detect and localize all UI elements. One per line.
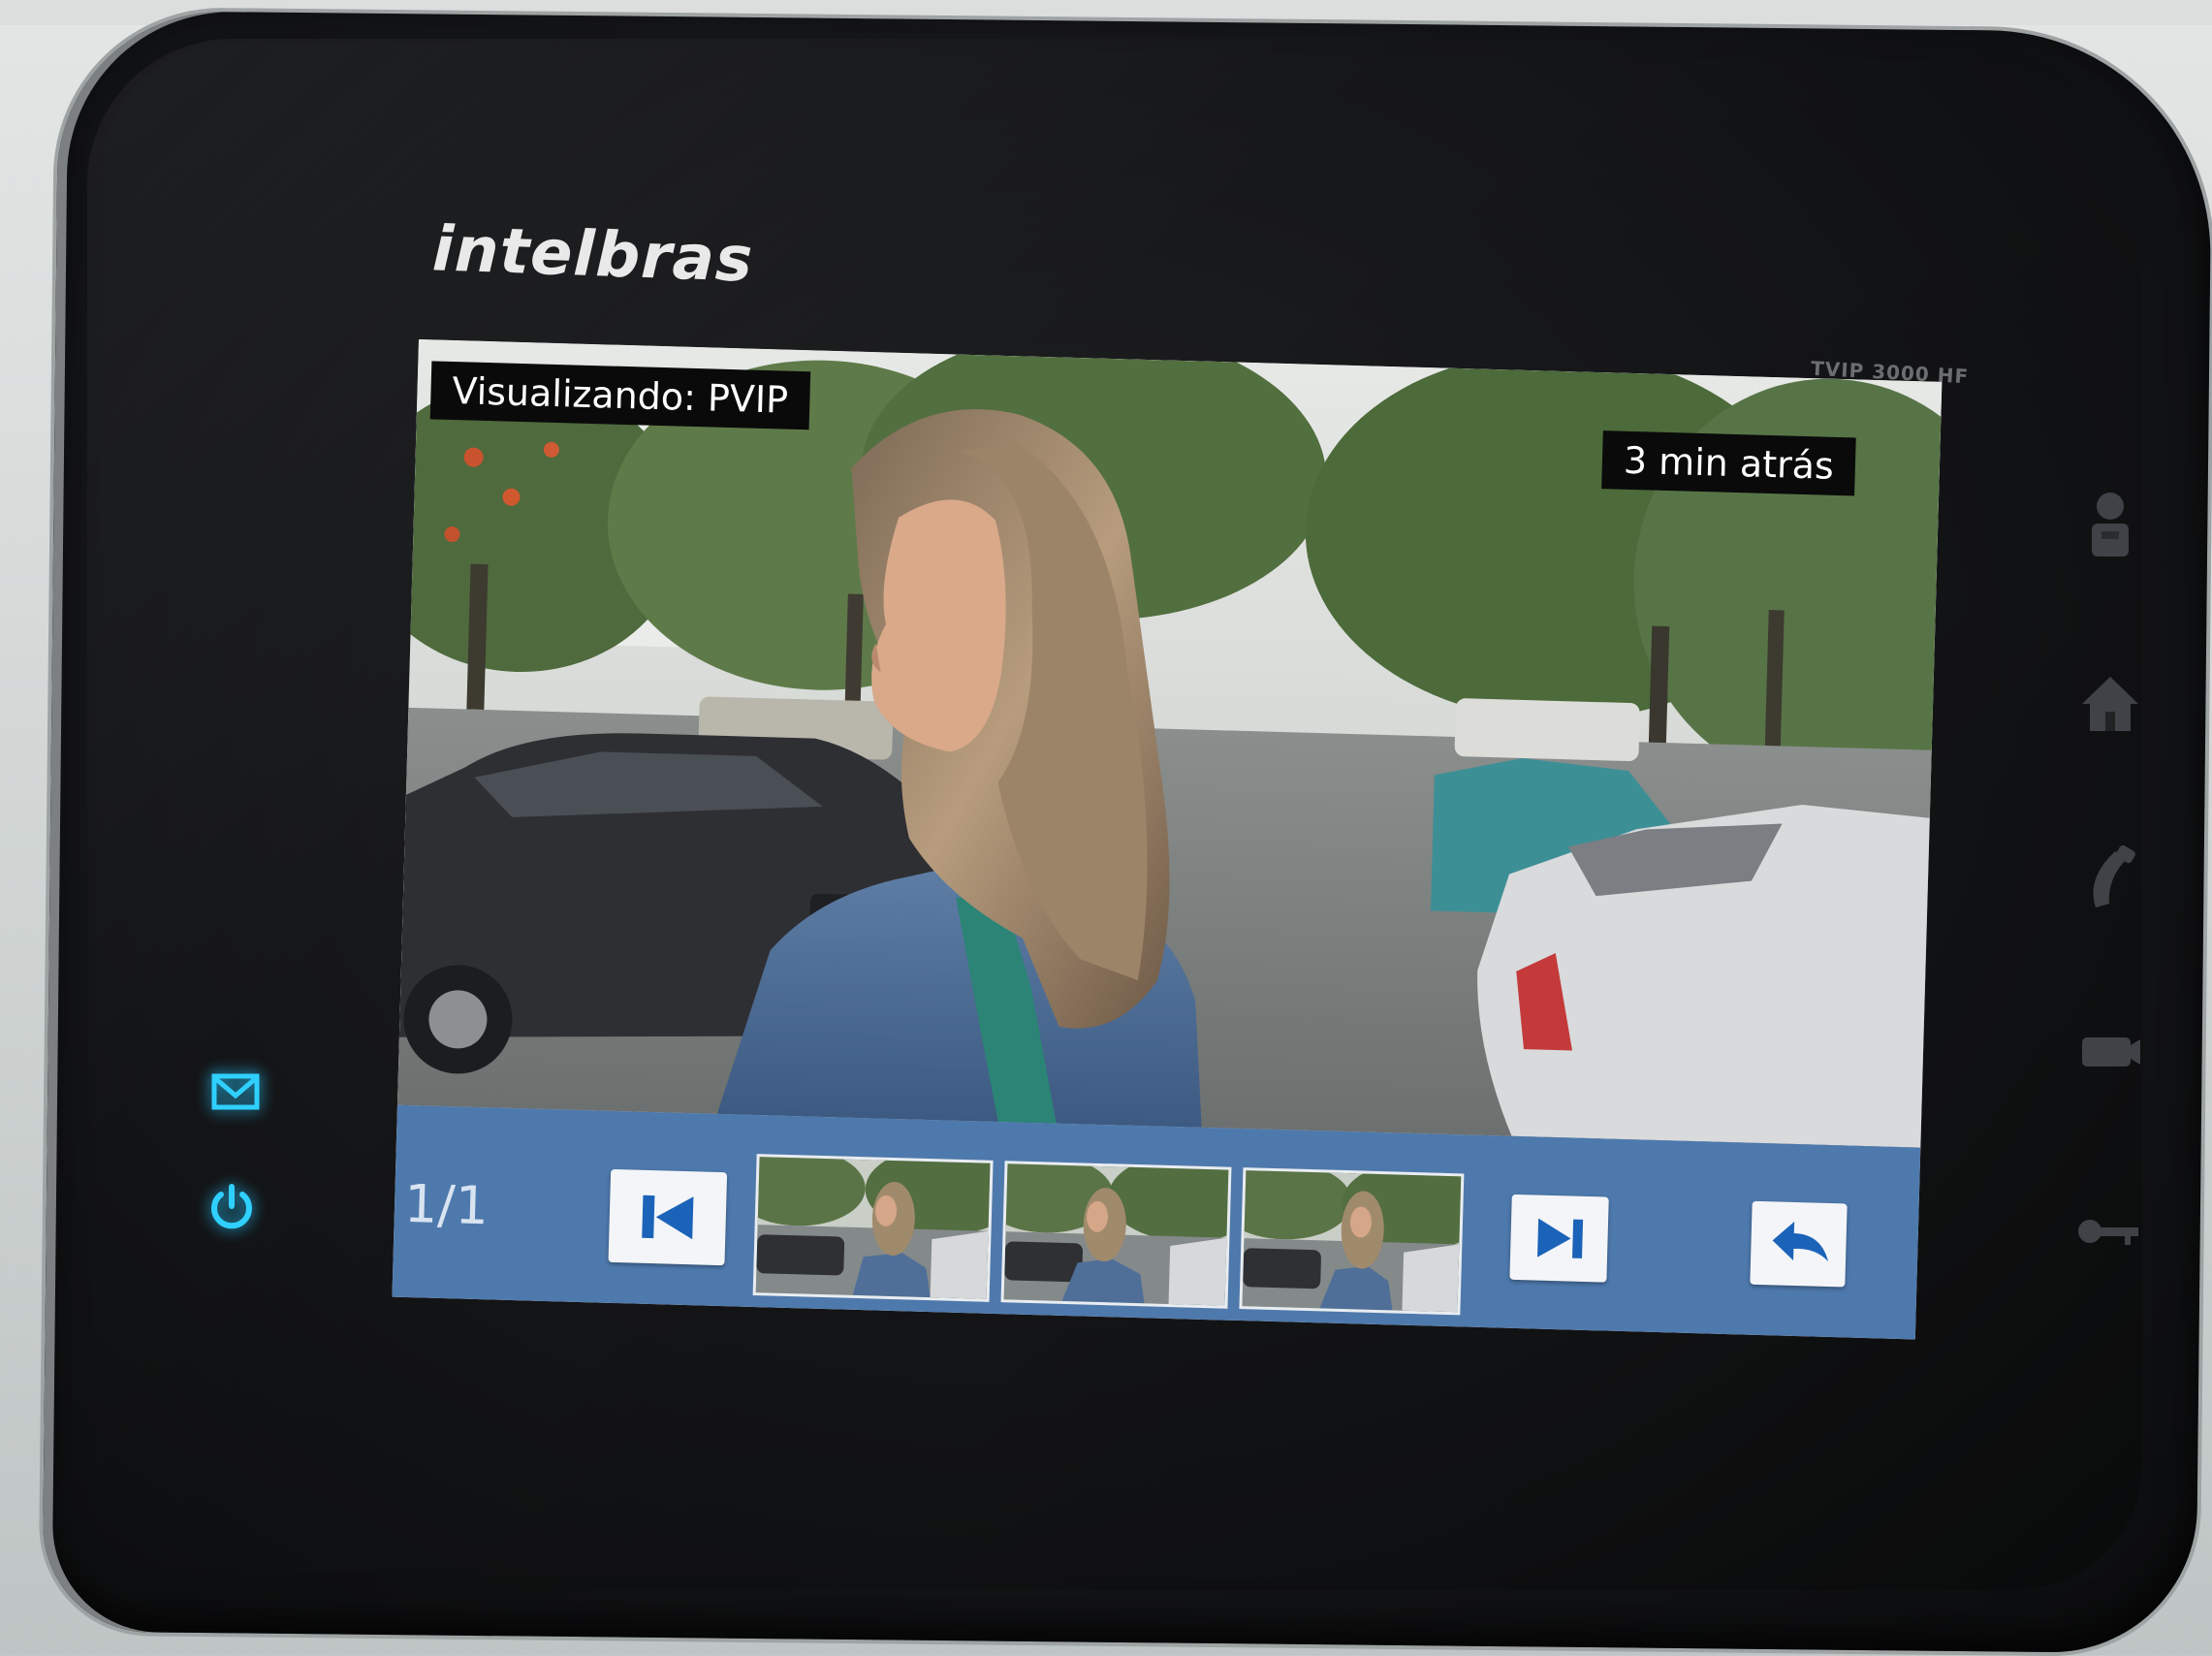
- phone-handset-icon: [2093, 844, 2135, 908]
- key-icon: [2078, 1220, 2138, 1245]
- source-label: Visualizando: PVIP: [429, 361, 810, 430]
- page-counter: 1/1: [403, 1172, 490, 1237]
- snapshot-thumbnail[interactable]: [1239, 1167, 1465, 1316]
- snapshot-thumbnail[interactable]: [752, 1154, 994, 1302]
- next-snapshot-button[interactable]: [1509, 1194, 1609, 1283]
- intercom-key[interactable]: [2076, 485, 2144, 562]
- camera-key[interactable]: [2076, 1014, 2144, 1092]
- unlock-key[interactable]: [2074, 1193, 2142, 1270]
- home-key[interactable]: [2076, 663, 2144, 741]
- camera-icon: [2082, 1037, 2140, 1067]
- power-icon: [211, 1184, 252, 1229]
- skip-previous-icon: [642, 1194, 694, 1240]
- power-button[interactable]: [205, 1181, 258, 1233]
- home-icon: [2082, 677, 2138, 731]
- brand-logo: intelbras: [430, 213, 755, 297]
- camera-snapshot: Visualizando: PVIP 3 min atrás: [396, 339, 1943, 1148]
- call-key[interactable]: [2076, 840, 2144, 917]
- thumbnail-image: [1003, 1163, 1229, 1306]
- skip-next-icon: [1537, 1218, 1584, 1258]
- intercom-icon: [2092, 493, 2129, 557]
- snapshot-thumbnail[interactable]: [1000, 1161, 1232, 1309]
- back-button[interactable]: [1750, 1200, 1848, 1288]
- message-indicator[interactable]: [209, 1070, 262, 1113]
- thumbnail-image: [1242, 1170, 1462, 1313]
- mail-icon: [211, 1073, 260, 1110]
- timestamp-label: 3 min atrás: [1601, 430, 1856, 496]
- display-screen: Visualizando: PVIP 3 min atrás 1/1: [392, 339, 1943, 1340]
- undo-arrow-icon: [1772, 1221, 1829, 1261]
- first-snapshot-button[interactable]: [608, 1168, 728, 1266]
- thumbnail-image: [755, 1157, 991, 1299]
